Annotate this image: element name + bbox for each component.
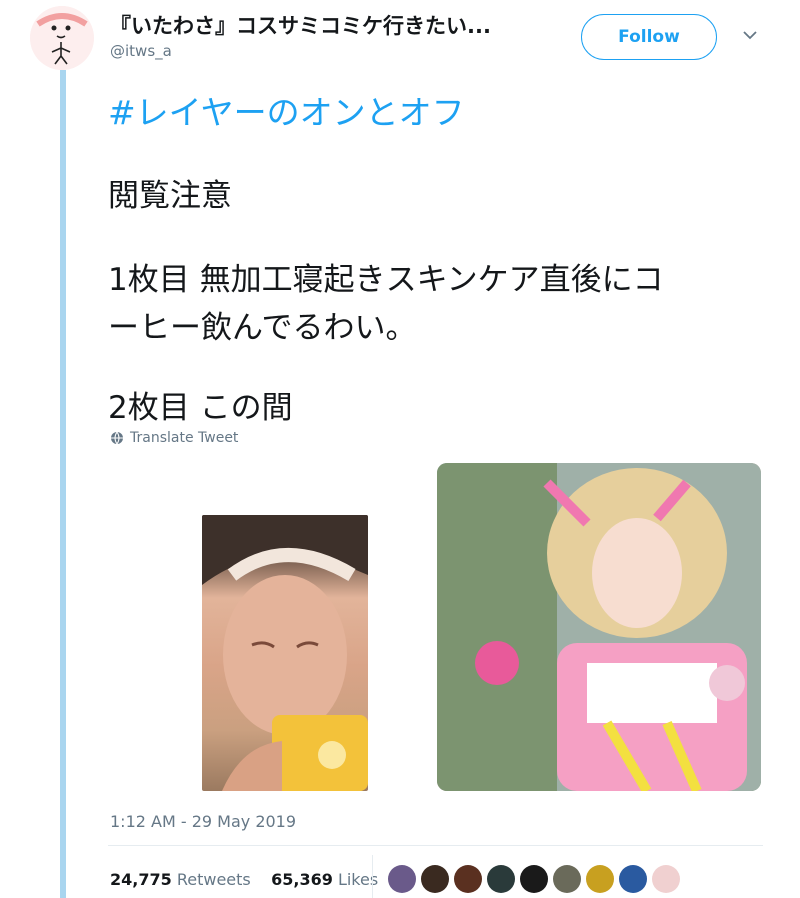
liker-avatar[interactable] xyxy=(586,865,614,893)
tweet-stats: 24,775 Retweets 65,369 Likes xyxy=(110,870,378,889)
globe-icon xyxy=(111,431,123,445)
avatar-drawing-icon xyxy=(30,6,94,70)
photo-2-illustration xyxy=(437,463,761,791)
tweet-photo-1[interactable] xyxy=(202,515,368,791)
liker-avatar[interactable] xyxy=(553,865,581,893)
divider xyxy=(108,845,763,846)
liker-avatars xyxy=(388,865,680,893)
liker-avatar[interactable] xyxy=(487,865,515,893)
tweet-photo-2[interactable] xyxy=(437,463,761,791)
translate-label: Translate Tweet xyxy=(130,430,239,446)
liker-avatar[interactable] xyxy=(388,865,416,893)
user-handle[interactable]: @itws_a xyxy=(110,42,172,60)
retweets-count: 24,775 xyxy=(110,870,172,889)
liker-avatar[interactable] xyxy=(520,865,548,893)
tweet-text-line: 閲覧注意 xyxy=(108,178,232,214)
retweets-label: Retweets xyxy=(176,870,251,889)
liker-avatar[interactable] xyxy=(619,865,647,893)
hashtag-link[interactable]: #レイヤーのオンとオフ xyxy=(108,86,465,134)
tweet-text-line: ーヒー飲んでるわい。 xyxy=(108,310,417,346)
translate-tweet-link[interactable]: Translate Tweet xyxy=(110,430,238,446)
photo-1-illustration xyxy=(202,515,368,791)
liker-avatar[interactable] xyxy=(652,865,680,893)
retweets-stat[interactable]: 24,775 Retweets xyxy=(110,870,251,889)
tweet-text-line: 1枚目 無加工寝起きスキンケア直後にコ xyxy=(108,262,664,298)
follow-button[interactable]: Follow xyxy=(581,14,717,60)
tweet-text-line: 2枚目 この間 xyxy=(108,390,293,426)
chevron-down-icon[interactable] xyxy=(741,26,759,44)
tweet-timestamp[interactable]: 1:12 AM - 29 May 2019 xyxy=(110,812,296,831)
likes-count: 65,369 xyxy=(271,870,333,889)
display-name[interactable]: 『いたわさ』コスサミコミケ行きたい... xyxy=(110,10,491,40)
likes-stat[interactable]: 65,369 Likes xyxy=(271,870,378,889)
stats-separator xyxy=(372,855,373,898)
liker-avatar[interactable] xyxy=(421,865,449,893)
thread-line xyxy=(60,70,66,898)
liker-avatar[interactable] xyxy=(454,865,482,893)
avatar[interactable] xyxy=(30,6,94,70)
